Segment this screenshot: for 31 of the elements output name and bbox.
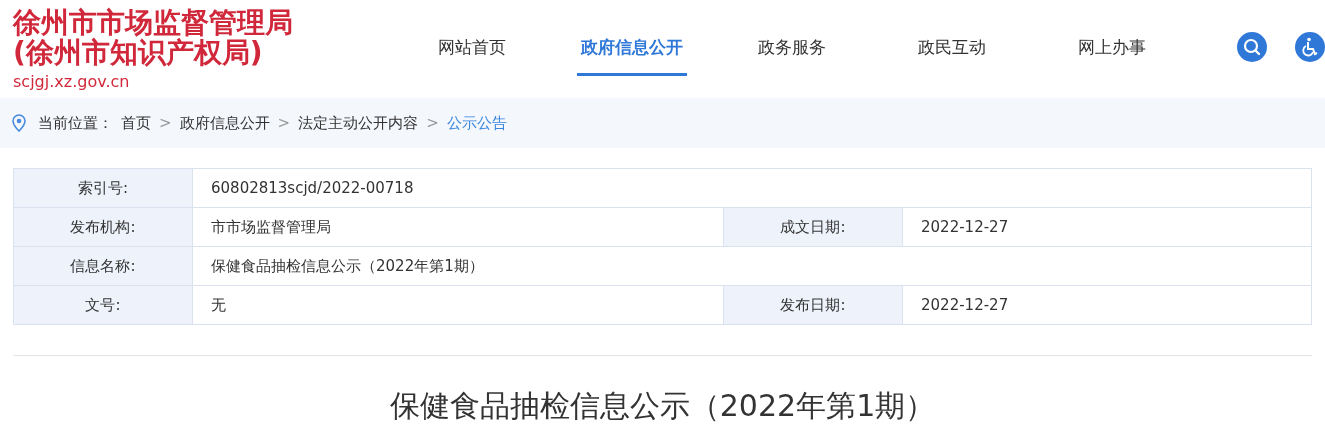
nav-tab[interactable]: 网上办事 xyxy=(1032,0,1192,76)
nav-tab[interactable]: 网站首页 xyxy=(392,0,552,76)
nav-tab[interactable]: 政务服务 xyxy=(712,0,872,76)
field-value: 无 xyxy=(193,286,724,325)
field-label: 成文日期: xyxy=(724,208,903,247)
breadcrumb-label: 当前位置： xyxy=(38,113,113,133)
nav-tab[interactable]: 政民互动 xyxy=(872,0,1032,76)
field-value: 保健食品抽检信息公示（2022年第1期） xyxy=(193,247,1312,286)
field-label: 文号: xyxy=(14,286,193,325)
breadcrumb-link[interactable]: 公示公告 xyxy=(446,113,507,133)
field-value: 60802813scjd/2022-00718 xyxy=(193,169,1312,208)
breadcrumb-separator: > xyxy=(277,114,291,132)
field-value: 2022-12-27 xyxy=(903,208,1312,247)
field-label: 索引号: xyxy=(14,169,193,208)
location-pin-icon xyxy=(12,114,26,132)
site-subtitle: (徐州市知识产权局) xyxy=(13,38,264,68)
breadcrumb-separator: > xyxy=(159,114,172,132)
field-value: 市市场监督管理局 xyxy=(193,208,724,247)
field-label: 发布日期: xyxy=(724,286,903,325)
breadcrumb-link[interactable]: 政府信息公开 xyxy=(179,113,270,133)
breadcrumb-link[interactable]: 首页 xyxy=(121,113,151,133)
field-label: 信息名称: xyxy=(14,247,193,286)
site-title: 徐州市市场监督管理局 xyxy=(13,8,294,38)
wheelchair-icon[interactable] xyxy=(1295,32,1325,62)
field-value: 2022-12-27 xyxy=(903,286,1312,325)
breadcrumb-link[interactable]: 法定主动公开内容 xyxy=(298,113,419,133)
search-icon[interactable] xyxy=(1237,32,1267,62)
breadcrumb-separator: > xyxy=(426,114,439,132)
article-title: 保健食品抽检信息公示（2022年第1期） xyxy=(388,387,937,425)
field-label: 发布机构: xyxy=(14,208,193,247)
site-domain: scjgj.xz.gov.cn xyxy=(13,72,131,91)
